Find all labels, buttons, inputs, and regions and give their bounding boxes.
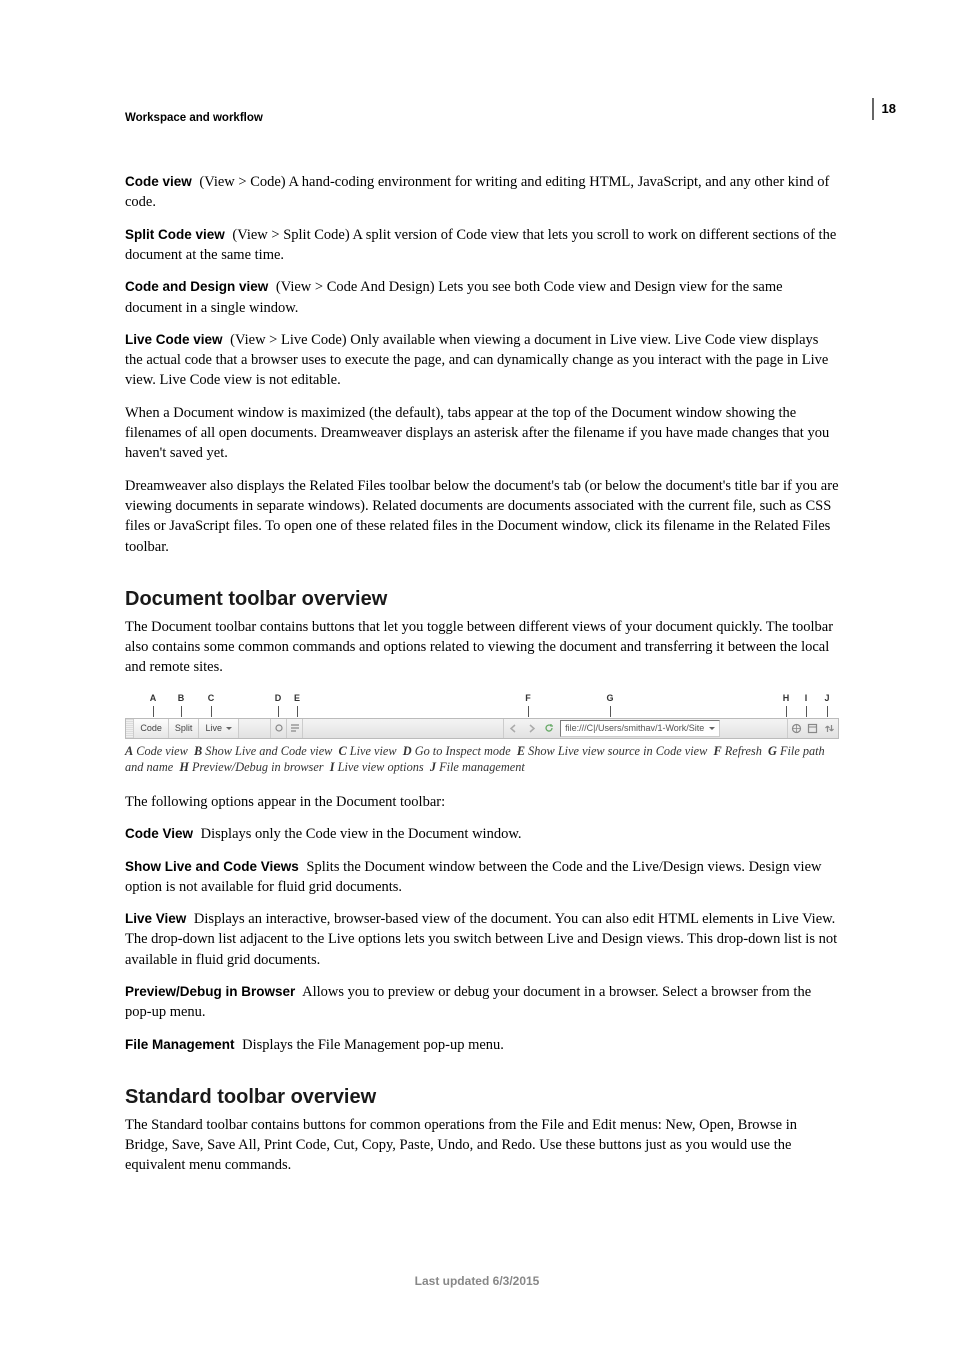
live-view-options-icon[interactable] <box>805 719 822 738</box>
forward-icon[interactable] <box>522 719 540 738</box>
document-toolbar: Code Split Live <box>125 718 839 739</box>
section-body-standard-toolbar: The Standard toolbar contains buttons fo… <box>125 1115 839 1176</box>
def-term: Show Live and Code Views <box>125 859 299 874</box>
def-body: (View > Code) A hand-coding environment … <box>125 174 829 210</box>
callout-letter: E <box>292 692 302 705</box>
file-management-icon[interactable] <box>821 719 838 738</box>
def-term: File Management <box>125 1037 235 1052</box>
code-view-button[interactable]: Code <box>134 719 169 738</box>
def-body: (View > Live Code) Only available when v… <box>125 332 828 389</box>
def-split-code-view: Split Code view (View > Split Code) A sp… <box>125 225 839 266</box>
inspect-mode-icon[interactable] <box>271 719 287 738</box>
address-dropdown-icon[interactable] <box>709 727 715 733</box>
def-code-view: Code view (View > Code) A hand-coding en… <box>125 172 839 213</box>
toolbar-spacer <box>303 719 504 738</box>
callout-letter: I <box>801 692 811 705</box>
def-term: Split Code view <box>125 227 225 242</box>
def-term: Code View <box>125 826 193 841</box>
toolbar-spacer <box>239 719 272 738</box>
callout-letter: A <box>148 692 158 705</box>
page-number: 18 <box>882 100 896 118</box>
figure-document-toolbar: A B C D E F G H I J Code Split Live <box>125 692 839 739</box>
address-text: file:///C|/Users/smithav/1-Work/Site <box>565 722 704 735</box>
def-body: Displays only the Code view in the Docum… <box>201 826 522 842</box>
page-number-rule <box>872 98 874 120</box>
def-term: Code view <box>125 174 192 189</box>
callout-letter: F <box>523 692 533 705</box>
callout-letter: J <box>822 692 832 705</box>
toolbar-spacer <box>722 719 788 738</box>
callout-letter: G <box>605 692 615 705</box>
figure-callouts: A B C D E F G H I J <box>125 692 839 718</box>
refresh-icon[interactable] <box>540 719 558 738</box>
section-heading-standard-toolbar: Standard toolbar overview <box>125 1083 839 1111</box>
def-file-management: File Management Displays the File Manage… <box>125 1035 839 1055</box>
def-term: Preview/Debug in Browser <box>125 984 295 999</box>
def-code-view-2: Code View Displays only the Code view in… <box>125 824 839 844</box>
following-options-line: The following options appear in the Docu… <box>125 792 839 812</box>
live-view-button[interactable]: Live <box>199 719 239 738</box>
para-maximized-window: When a Document window is maximized (the… <box>125 403 839 464</box>
split-view-button[interactable]: Split <box>169 719 200 738</box>
def-term: Code and Design view <box>125 279 268 294</box>
callout-letter: C <box>206 692 216 705</box>
toolbar-grip[interactable] <box>126 719 134 738</box>
def-code-and-design-view: Code and Design view (View > Code And De… <box>125 277 839 318</box>
callout-letter: H <box>781 692 791 705</box>
figure-caption: A Code view B Show Live and Code view C … <box>125 743 839 776</box>
def-show-live-and-code: Show Live and Code Views Splits the Docu… <box>125 857 839 898</box>
callout-letter: D <box>273 692 283 705</box>
live-source-icon[interactable] <box>287 719 303 738</box>
def-preview-debug: Preview/Debug in Browser Allows you to p… <box>125 982 839 1023</box>
def-body: Displays the File Management pop-up menu… <box>242 1037 504 1053</box>
callout-letter: B <box>176 692 186 705</box>
preview-browser-icon[interactable] <box>788 719 805 738</box>
def-live-code-view: Live Code view (View > Live Code) Only a… <box>125 330 839 391</box>
def-body: (View > Split Code) A split version of C… <box>125 227 836 263</box>
back-icon[interactable] <box>504 719 522 738</box>
address-field[interactable]: file:///C|/Users/smithav/1-Work/Site <box>560 720 720 737</box>
section-intro-document-toolbar: The Document toolbar contains buttons th… <box>125 617 839 678</box>
running-head: Workspace and workflow <box>125 110 839 126</box>
def-live-view: Live View Displays an interactive, brows… <box>125 909 839 970</box>
def-body: Displays an interactive, browser-based v… <box>125 911 837 968</box>
def-term: Live View <box>125 911 186 926</box>
para-related-files: Dreamweaver also displays the Related Fi… <box>125 476 839 557</box>
def-term: Live Code view <box>125 332 223 347</box>
nav-buttons <box>504 719 558 738</box>
page-number-block: 18 <box>872 98 896 120</box>
section-heading-document-toolbar: Document toolbar overview <box>125 585 839 613</box>
footer-updated: Last updated 6/3/2015 <box>0 1273 954 1290</box>
